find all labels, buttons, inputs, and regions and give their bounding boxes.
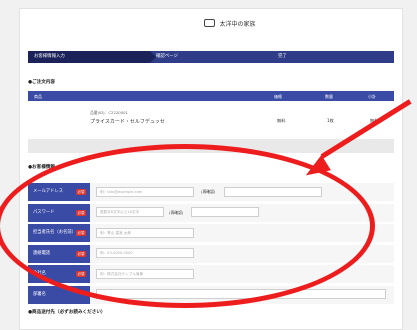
order-col-price: 価格 [274,94,282,99]
label-password-text: パスワード [33,209,55,215]
password-confirm-label: (再確認) [169,209,184,215]
step-input: お客様情報入力 [28,51,156,63]
checkout-card: 太洋中の家族 お客様情報入力 確認ページ 完了 ●ご注文内容 商品 価格 数量 … [19,8,403,330]
row-department: 部署名 [28,285,394,304]
page: 太洋中の家族 お客様情報入力 確認ページ 完了 ●ご注文内容 商品 価格 数量 … [0,0,417,330]
row-phone: 連絡電話 必須 例：03-0000-0000 [28,244,394,263]
required-badge: 必須 [76,230,86,236]
monitor-icon [204,19,216,27]
step-confirm: 確認ページ [150,51,278,63]
shop-name: 太洋中の家族 [219,20,256,28]
row-company: 会社名 必須 例：株式会社サンプル商事 [28,265,394,283]
order-col-qty: 数量 [325,94,333,99]
customer-form: メールアドレス 必須 例：taro@example.com (再確認) パスワー… [28,183,394,306]
label-company-text: 会社名 [33,271,46,276]
department-input[interactable] [96,289,386,299]
password-input[interactable]: 英数字8文字以上16文字 [96,207,164,217]
required-badge: 必須 [76,189,86,195]
required-badge: 必須 [76,209,86,216]
step-complete: 完了 [272,51,394,63]
order-item-qty: 1枚 [327,118,334,123]
label-email-text: メールアドレス [33,189,64,194]
order-section-title: ●ご注文内容 [28,80,55,85]
order-col-product: 商品 [34,94,42,99]
row-name: 担当者氏名（お名前） 必須 例：青山 高宮 太郎 [28,224,394,242]
order-item-row: 品番(ID)：C2220001 プライスカード・セルフデュッセ 無料 1枚 無料 [28,101,394,140]
password-confirm-input[interactable] [191,207,259,217]
company-input[interactable]: 例：株式会社サンプル商事 [96,268,194,279]
label-department-text: 部署名 [33,291,46,297]
step-confirm-label: 確認ページ [156,54,178,59]
row-email: メールアドレス 必須 例：taro@example.com (再確認) [28,183,394,201]
order-col-subtotal: 小計 [368,94,376,99]
order-item-name[interactable]: プライスカード・セルフデュッセ [90,118,165,125]
required-badge: 必須 [76,250,86,257]
checkout-steps: お客様情報入力 確認ページ 完了 [28,51,394,63]
step-input-label: お客様情報入力 [34,54,65,59]
required-badge: 必須 [76,271,86,277]
order-item-code: 品番(ID)：C2220001 [90,110,128,115]
email-confirm-input[interactable] [224,186,322,197]
email-input[interactable]: 例：taro@example.com [96,186,194,197]
label-phone-text: 連絡電話 [33,250,51,256]
order-table-header: 商品 価格 数量 小計 [28,91,394,101]
row-password: パスワード 必須 英数字8文字以上16文字 (再確認) [28,203,394,222]
shipping-section-title: ●商品送付先（必ずお読みください） [28,310,106,315]
order-item-price: 無料 [277,118,286,123]
name-input[interactable]: 例：青山 高宮 太郎 [96,227,194,238]
step-complete-label: 完了 [278,54,287,59]
header-logo[interactable]: 太洋中の家族 [170,15,290,31]
email-confirm-label: (再確認) [201,189,216,194]
label-department: 部署名 [28,285,90,304]
phone-input[interactable]: 例：03-0000-0000 [96,248,194,258]
customer-section-title: ●お客様情報 [28,165,55,170]
label-name-text: 担当者氏名（お名前） [33,230,76,235]
